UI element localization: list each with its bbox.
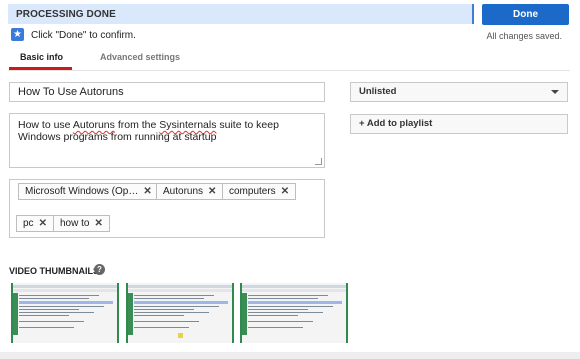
privacy-value: Unlisted bbox=[359, 86, 397, 97]
chevron-down-icon bbox=[551, 90, 559, 94]
resize-handle-icon[interactable] bbox=[315, 158, 322, 165]
save-status-text: All changes saved. bbox=[486, 31, 562, 41]
done-button[interactable]: Done bbox=[482, 4, 569, 25]
tag-chip: pc ✕ bbox=[16, 215, 54, 232]
remove-tag-icon[interactable]: ✕ bbox=[39, 216, 47, 231]
video-thumbnail[interactable] bbox=[11, 283, 119, 343]
video-thumbnail[interactable] bbox=[126, 283, 234, 343]
misspelled-word: Autoruns bbox=[72, 119, 115, 131]
processing-status-bar: PROCESSING DONE bbox=[8, 4, 474, 24]
processing-status-text: PROCESSING DONE bbox=[16, 9, 116, 20]
star-icon: ★ bbox=[11, 28, 24, 41]
tab-advanced-settings[interactable]: Advanced settings bbox=[100, 52, 180, 62]
tag-label: computers bbox=[229, 186, 276, 197]
title-input[interactable] bbox=[9, 82, 325, 102]
tag-chip: how to ✕ bbox=[53, 215, 110, 232]
remove-tag-icon[interactable]: ✕ bbox=[208, 184, 216, 199]
tab-basic-info[interactable]: Basic info bbox=[20, 52, 63, 62]
bottom-divider bbox=[0, 352, 580, 359]
tag-label: pc bbox=[23, 218, 34, 229]
remove-tag-icon[interactable]: ✕ bbox=[281, 184, 289, 199]
help-icon[interactable]: ? bbox=[94, 264, 105, 275]
misspelled-word: Sysinternals bbox=[159, 119, 217, 131]
remove-tag-icon[interactable]: ✕ bbox=[94, 216, 102, 231]
remove-tag-icon[interactable]: ✕ bbox=[143, 184, 151, 199]
confirm-message: Click "Done" to confirm. bbox=[31, 30, 136, 41]
tag-chip: computers ✕ bbox=[222, 183, 297, 200]
description-text-part: How to use bbox=[18, 119, 73, 131]
tag-chip: Microsoft Windows (Op… ✕ bbox=[18, 183, 159, 200]
tag-label: Microsoft Windows (Op… bbox=[25, 186, 139, 197]
description-textarea[interactable]: How to use Autoruns from the Sysinternal… bbox=[9, 113, 325, 168]
tags-field[interactable]: Microsoft Windows (Op… ✕ Autoruns ✕ comput… bbox=[9, 179, 325, 238]
tag-label: how to bbox=[60, 218, 90, 229]
video-thumbnail[interactable] bbox=[240, 283, 348, 343]
video-thumbnails-heading: VIDEO THUMBNAILS bbox=[9, 266, 99, 276]
privacy-dropdown[interactable]: Unlisted bbox=[350, 82, 568, 102]
add-to-playlist-button[interactable]: + Add to playlist bbox=[350, 114, 568, 134]
tag-chip: Autoruns ✕ bbox=[156, 183, 224, 200]
tab-divider bbox=[8, 70, 570, 71]
description-text-part: from the bbox=[114, 119, 160, 131]
tag-label: Autoruns bbox=[163, 186, 204, 197]
